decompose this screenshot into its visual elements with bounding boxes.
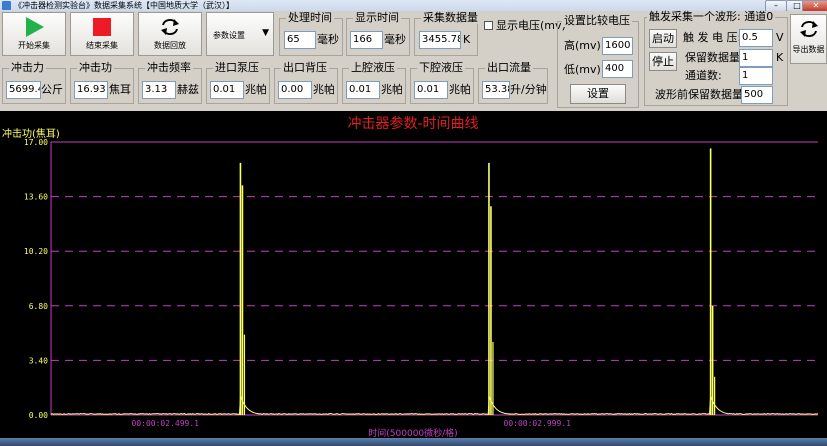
trigger-label: 触发采集一个波形: 通道0 bbox=[647, 10, 776, 23]
retain-unit: K bbox=[776, 51, 784, 64]
param-label: 出口背压 bbox=[281, 61, 329, 74]
param-unit: 赫兹 bbox=[177, 83, 199, 96]
pre-retain-label: 波形前保留数据量: bbox=[655, 88, 747, 101]
param-unit: 兆帕 bbox=[449, 83, 471, 96]
y-tick-label: 10.20 bbox=[24, 247, 48, 256]
param-label: 出口流量 bbox=[485, 61, 533, 74]
window-title: 《冲击器检测实验台》数据采集系统【中国地质大学（武汉）】 bbox=[14, 1, 234, 10]
param-outlet-flow: 出口流量 53.38 升/分钟 bbox=[478, 62, 548, 104]
refresh-icon bbox=[161, 19, 179, 35]
chart-canvas: 冲击器参数-时间曲线冲击功(焦耳)0.003.406.8010.2013.601… bbox=[2, 115, 819, 439]
param-unit: 焦耳 bbox=[109, 83, 131, 96]
param-impact-force: 冲击力 5699.42 公斤 bbox=[2, 62, 66, 104]
params-label: 参数设置 bbox=[213, 31, 245, 40]
y-tick-label: 6.80 bbox=[29, 302, 48, 311]
chevron-down-icon: ▼ bbox=[262, 28, 269, 38]
trigger-voltage-unit: V bbox=[776, 31, 784, 44]
param-impact-frequency: 冲击频率 3.13 赫兹 bbox=[138, 62, 202, 104]
channels-label: 通道数: bbox=[685, 69, 722, 82]
chart-title: 冲击器参数-时间曲线 bbox=[347, 115, 478, 132]
param-outlet-back-pressure: 出口背压 0.00 兆帕 bbox=[274, 62, 338, 104]
retain-label: 保留数据量: bbox=[685, 51, 744, 64]
low-voltage-label: 低(mv): bbox=[564, 63, 605, 76]
series-baseline bbox=[50, 395, 819, 415]
param-value[interactable]: 0.01 bbox=[210, 81, 244, 99]
display-time-field[interactable]: 166 bbox=[350, 31, 383, 49]
param-unit: 兆帕 bbox=[313, 83, 335, 96]
param-unit: 升/分钟 bbox=[510, 83, 547, 96]
param-label: 冲击频率 bbox=[145, 61, 193, 74]
app-icon bbox=[2, 1, 11, 10]
trigger-stop-button[interactable]: 停止 bbox=[649, 52, 677, 71]
play-icon bbox=[26, 17, 44, 37]
set-voltage-button[interactable]: 设置 bbox=[570, 84, 626, 104]
show-voltage-checkbox[interactable] bbox=[484, 21, 493, 30]
processing-time-group: 处理时间 65 毫秒 bbox=[279, 12, 343, 56]
param-value[interactable]: 5699.42 bbox=[6, 81, 41, 99]
chart-panel: 冲击器参数-时间曲线 冲击功(焦耳) 0.00 3.40 6.80 10.20 13.60 1… bbox=[0, 111, 827, 439]
close-button[interactable]: ✕ bbox=[802, 0, 827, 11]
x-tick-label: 00:00:02.999.1 bbox=[504, 419, 572, 428]
y-tick-label: 3.40 bbox=[29, 356, 48, 365]
param-label: 上腔液压 bbox=[349, 61, 397, 74]
param-upper-chamber-pressure: 上腔液压 0.01 兆帕 bbox=[342, 62, 406, 104]
start-capture-label: 开始采集 bbox=[18, 41, 50, 50]
param-inlet-pump-pressure: 进口泵压 0.01 兆帕 bbox=[206, 62, 270, 104]
y-tick-label: 0.00 bbox=[29, 411, 48, 420]
param-unit: 兆帕 bbox=[245, 83, 267, 96]
playback-label: 数据回放 bbox=[154, 41, 186, 50]
param-value[interactable]: 16.93 bbox=[74, 81, 108, 99]
display-time-unit: 毫秒 bbox=[384, 33, 406, 46]
refresh-icon bbox=[799, 21, 818, 37]
param-unit: 兆帕 bbox=[381, 83, 403, 96]
display-time-label: 显示时间 bbox=[353, 11, 401, 24]
stop-capture-button[interactable]: 结束采集 bbox=[70, 12, 134, 56]
taskbar bbox=[0, 438, 827, 446]
param-impact-energy: 冲击功 16.93 焦耳 bbox=[70, 62, 134, 104]
x-axis-label: 时间(500000微秒/格) bbox=[368, 427, 457, 438]
stop-icon bbox=[93, 18, 111, 36]
sample-count-label: 采集数据量 bbox=[421, 11, 480, 24]
sample-count-unit: K bbox=[463, 33, 471, 46]
y-tick-label: 17.00 bbox=[24, 138, 48, 147]
processing-time-field[interactable]: 65 bbox=[284, 31, 316, 49]
pre-retain-field[interactable]: 500 bbox=[741, 86, 773, 104]
show-voltage-label: 显示电压(mv) bbox=[496, 19, 566, 32]
trigger-start-button[interactable]: 启动 bbox=[649, 29, 677, 48]
y-tick-label: 13.60 bbox=[24, 193, 48, 202]
param-label: 进口泵压 bbox=[213, 61, 261, 74]
high-voltage-field[interactable]: 1600 bbox=[602, 37, 633, 55]
sample-count-group: 采集数据量 3455.78 K bbox=[414, 12, 480, 56]
retain-field[interactable]: 1 bbox=[739, 49, 773, 67]
x-tick-label: 00:00:02.499.1 bbox=[132, 419, 200, 428]
high-voltage-label: 高(mv): bbox=[564, 39, 605, 52]
processing-time-unit: 毫秒 bbox=[317, 33, 339, 46]
trigger-voltage-label: 触 发 电 压: bbox=[683, 31, 742, 44]
param-label: 下腔液压 bbox=[417, 61, 465, 74]
channels-field[interactable]: 1 bbox=[739, 67, 773, 85]
param-value[interactable]: 0.01 bbox=[346, 81, 380, 99]
param-lower-chamber-pressure: 下腔液压 0.01 兆帕 bbox=[410, 62, 474, 104]
param-label: 冲击功 bbox=[77, 61, 114, 74]
stop-capture-label: 结束采集 bbox=[86, 41, 118, 50]
export-label: 导出数据 bbox=[792, 45, 825, 54]
compare-voltage-group: 设置比较电压 高(mv): 1600 低(mv): 400 设置 bbox=[557, 15, 639, 108]
param-label: 冲击力 bbox=[9, 61, 46, 74]
trigger-voltage-field[interactable]: 0.5 bbox=[739, 29, 773, 47]
param-unit: 公斤 bbox=[41, 83, 63, 96]
param-value[interactable]: 3.13 bbox=[142, 81, 176, 99]
playback-button[interactable]: 数据回放 bbox=[138, 12, 202, 56]
params-dropdown[interactable]: 参数设置 ▼ bbox=[206, 12, 274, 56]
param-value[interactable]: 0.01 bbox=[414, 81, 448, 99]
processing-time-label: 处理时间 bbox=[286, 11, 334, 24]
low-voltage-field[interactable]: 400 bbox=[602, 60, 633, 78]
export-button[interactable]: 导出数据 bbox=[790, 14, 827, 64]
trigger-group: 触发采集一个波形: 通道0 启动 停止 触 发 电 压: 0.5 V 保留数据量… bbox=[644, 11, 788, 106]
param-value[interactable]: 53.38 bbox=[482, 81, 510, 99]
sample-count-field[interactable]: 3455.78 bbox=[419, 31, 461, 49]
compare-voltage-label: 设置比较电压 bbox=[562, 14, 632, 27]
start-capture-button[interactable]: 开始采集 bbox=[2, 12, 66, 56]
param-value[interactable]: 0.00 bbox=[278, 81, 312, 99]
display-time-group: 显示时间 166 毫秒 bbox=[346, 12, 410, 56]
